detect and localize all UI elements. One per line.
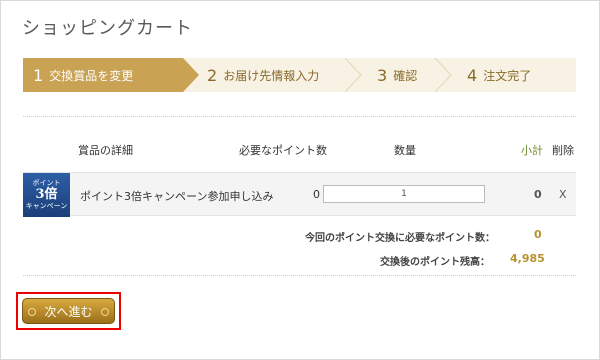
step-label: お届け先情報入力 [223, 68, 320, 83]
item-subtotal: 0 [534, 188, 542, 201]
page-title: ショッピングカート [22, 18, 193, 39]
divider [23, 275, 576, 276]
step-1-change-prize: 1 交換賞品を変更 [23, 58, 199, 92]
thumbnail-text: 3倍 [35, 187, 58, 202]
step-separator-icon [434, 58, 452, 92]
balance-value: 4,985 [510, 252, 545, 265]
next-button-label: 次へ進む [44, 304, 93, 319]
step-3-confirm: 3 確認 [353, 58, 452, 92]
delete-button[interactable]: X [559, 188, 567, 201]
header-quantity: 数量 [394, 144, 416, 157]
step-separator-icon [344, 58, 362, 92]
header-delete: 削除 [552, 144, 574, 157]
step-2-shipping-info: 2 お届け先情報入力 [183, 58, 362, 92]
header-points: 必要なポイント数 [239, 144, 327, 157]
button-ornament-icon [28, 308, 36, 316]
required-points-value: 0 [534, 228, 542, 241]
thumbnail-text: キャンペーン [25, 202, 68, 210]
item-points: 0 [313, 188, 320, 201]
header-details: 賞品の詳細 [78, 144, 133, 157]
step-number: 1 [33, 65, 44, 85]
table-row: ポイント 3倍 キャンペーン ポイント3倍キャンペーン参加申し込み 0 0 X [23, 172, 576, 217]
header-subtotal: 小計 [521, 144, 543, 157]
step-label: 注文完了 [483, 68, 532, 83]
button-ornament-icon [101, 308, 109, 316]
step-label: 確認 [393, 68, 418, 83]
step-label: 交換賞品を変更 [49, 68, 134, 83]
step-number: 2 [207, 65, 218, 85]
required-points-label: 今回のポイント交換に必要なポイント数： [305, 233, 495, 244]
campaign-thumbnail: ポイント 3倍 キャンペーン [23, 173, 70, 217]
step-number: 4 [467, 65, 478, 85]
highlight-box: 次へ進む [16, 292, 121, 330]
next-button[interactable]: 次へ進む [22, 298, 115, 324]
step-number: 3 [377, 65, 388, 85]
progress-steps: 1 交換賞品を変更 2 お届け先情報入力 3 確認 4 注文完了 [23, 58, 576, 92]
item-name: ポイント3倍キャンペーン参加申し込み [80, 190, 274, 203]
balance-label: 交換後のポイント残高： [380, 257, 490, 268]
quantity-input[interactable] [323, 185, 485, 203]
divider [23, 116, 576, 117]
step-4-order-complete: 4 注文完了 [443, 58, 576, 92]
